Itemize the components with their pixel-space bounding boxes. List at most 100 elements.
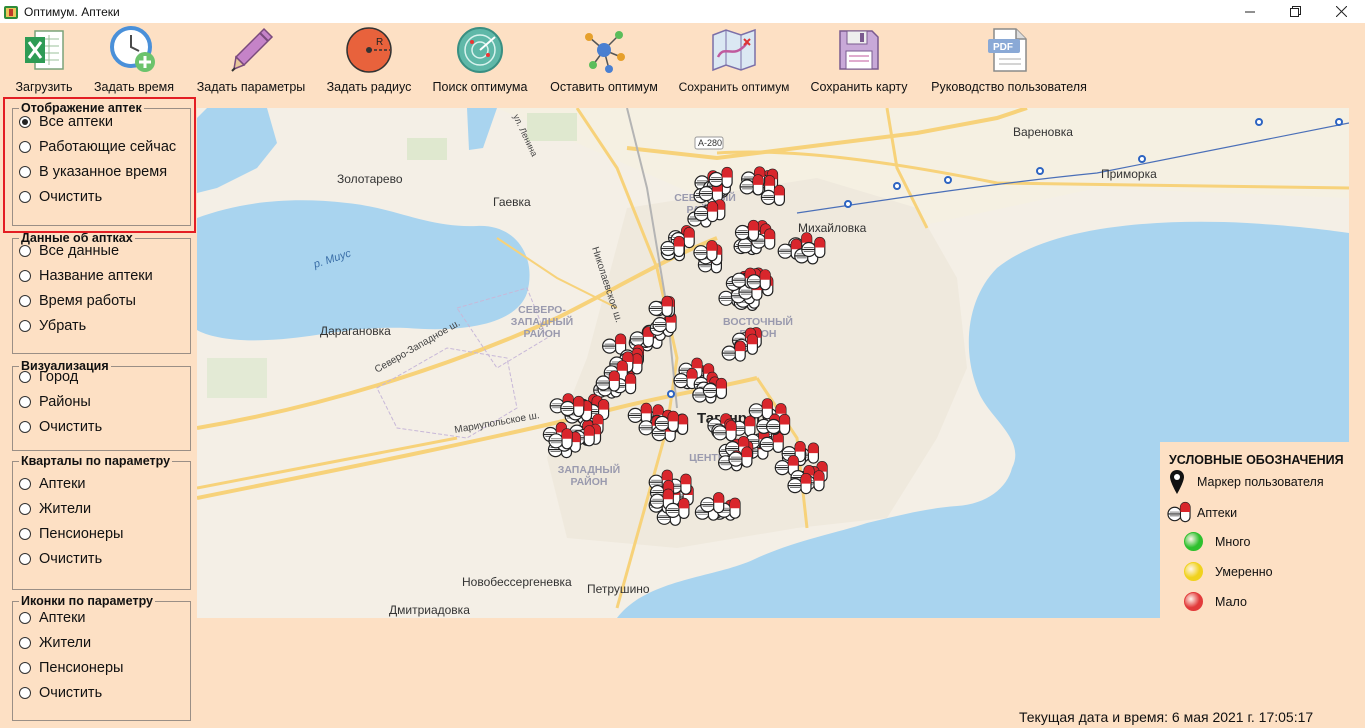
- radio-button[interactable]: [19, 612, 31, 624]
- map-label: Дарагановка: [320, 324, 391, 338]
- toolbar: Загрузить Задать время Задать параметры …: [0, 23, 1365, 97]
- radio-button[interactable]: [19, 396, 31, 408]
- radio-option[interactable]: Время работы: [19, 293, 136, 309]
- green-area: [407, 138, 447, 160]
- legend-user-marker: Маркер пользователя: [1170, 470, 1324, 494]
- radio-button[interactable]: [19, 553, 31, 565]
- option-group: Визуализация Город Районы Очистить: [12, 359, 191, 451]
- save-optimum-button[interactable]: Сохранить оптимум: [676, 25, 792, 97]
- map-label: Приморка: [1101, 167, 1157, 181]
- close-icon: [1335, 6, 1347, 17]
- set-radius-button[interactable]: R Задать радиус: [324, 25, 414, 97]
- toolbar-label: Задать параметры: [196, 80, 306, 94]
- svg-text:R: R: [376, 37, 383, 48]
- map-label: Золотарево: [337, 172, 403, 186]
- radio-label: Время работы: [39, 293, 136, 309]
- legend-pharmacy-label: Аптеки: [1197, 506, 1238, 520]
- app-icon: [4, 5, 18, 19]
- radio-button[interactable]: [19, 320, 31, 332]
- radio-button[interactable]: [19, 478, 31, 490]
- radio-option[interactable]: Жители: [19, 501, 91, 517]
- radio-option[interactable]: Очистить: [19, 685, 102, 701]
- toolbar-label: Руководство пользователя: [931, 80, 1087, 94]
- user-guide-button[interactable]: PDF Руководство пользователя: [926, 25, 1092, 97]
- pharmacy-icon: [1167, 501, 1191, 523]
- radio-label: Жители: [39, 501, 92, 517]
- map-legend: УСЛОВНЫЕ ОБОЗНАЧЕНИЯ Маркер пользователя…: [1160, 442, 1349, 618]
- radar-icon: [457, 27, 503, 73]
- save-map-button[interactable]: Сохранить карту: [806, 25, 912, 97]
- legend-level-low: Мало: [1184, 592, 1247, 611]
- radio-label: Название аптеки: [39, 268, 153, 284]
- clock-add-icon: [110, 26, 155, 72]
- radio-option[interactable]: Город: [19, 369, 78, 385]
- radio-label: Очистить: [39, 419, 103, 435]
- green-area: [207, 358, 267, 398]
- legend-level-medium: Умеренно: [1184, 562, 1273, 581]
- radio-button[interactable]: [19, 295, 31, 307]
- network-icon: [585, 31, 625, 73]
- group-title: Иконки по параметру: [19, 594, 156, 608]
- map-label: Новобессергеневка: [462, 575, 572, 589]
- radio-option[interactable]: Районы: [19, 394, 91, 410]
- radio-button[interactable]: [19, 371, 31, 383]
- radio-option[interactable]: Очистить: [19, 551, 102, 567]
- close-button[interactable]: [1318, 0, 1364, 23]
- map-pin-icon: [1170, 470, 1184, 494]
- radio-button[interactable]: [19, 421, 31, 433]
- legend-level-high: Много: [1184, 532, 1251, 551]
- radio-option[interactable]: Аптеки: [19, 610, 86, 626]
- excel-icon: [25, 30, 64, 70]
- radio-button[interactable]: [19, 662, 31, 674]
- keep-optimum-button[interactable]: Оставить оптимум: [546, 25, 662, 97]
- find-optimum-button[interactable]: Поиск оптимума: [428, 25, 532, 97]
- toolbar-label: Поиск оптимума: [432, 80, 528, 94]
- radio-button[interactable]: [19, 637, 31, 649]
- radio-option[interactable]: Название аптеки: [19, 268, 153, 284]
- radio-button[interactable]: [19, 503, 31, 515]
- green-area: [527, 113, 577, 141]
- radio-button[interactable]: [19, 245, 31, 257]
- legend-user-marker-label: Маркер пользователя: [1197, 475, 1324, 489]
- load-button[interactable]: Загрузить: [12, 25, 76, 97]
- radio-label: Аптеки: [39, 610, 86, 626]
- set-params-button[interactable]: Задать параметры: [193, 25, 309, 97]
- map-label: Петрушино: [587, 582, 650, 596]
- radio-label: Районы: [39, 394, 91, 410]
- radio-option[interactable]: Пенсионеры: [19, 526, 123, 542]
- group-title: Кварталы по параметру: [19, 454, 173, 468]
- minimize-button[interactable]: [1227, 0, 1273, 23]
- radio-label: Очистить: [39, 685, 103, 701]
- radio-label: Все данные: [39, 243, 120, 259]
- radio-button[interactable]: [19, 687, 31, 699]
- maximize-button[interactable]: [1272, 0, 1318, 23]
- road-label-a280: А-280: [698, 138, 722, 148]
- radio-label: Город: [39, 369, 79, 385]
- minimize-icon: [1244, 11, 1255, 13]
- red-dot-icon: [1184, 592, 1203, 611]
- restore-icon: [1289, 6, 1301, 17]
- highlight-frame: [3, 97, 196, 233]
- toolbar-label: Оставить оптимум: [550, 80, 658, 94]
- map-label: Дмитриадовка: [389, 603, 470, 617]
- radio-option[interactable]: Пенсионеры: [19, 660, 123, 676]
- yellow-dot-icon: [1184, 562, 1203, 581]
- radio-option[interactable]: Убрать: [19, 318, 86, 334]
- radio-option[interactable]: Аптеки: [19, 476, 86, 492]
- radio-option[interactable]: Жители: [19, 635, 91, 651]
- option-group: Кварталы по параметру Аптеки Жители Пенсион…: [12, 454, 191, 590]
- radio-label: Пенсионеры: [39, 526, 124, 542]
- radio-option[interactable]: Очистить: [19, 419, 102, 435]
- legend-title: УСЛОВНЫЕ ОБОЗНАЧЕНИЯ: [1169, 453, 1344, 467]
- green-dot-icon: [1184, 532, 1203, 551]
- set-time-button[interactable]: Задать время: [90, 25, 178, 97]
- svg-text:PDF: PDF: [993, 42, 1013, 53]
- radio-button[interactable]: [19, 270, 31, 282]
- option-group: Иконки по параметру Аптеки Жители Пенсионер…: [12, 594, 191, 721]
- title-bar: Оптимум. Аптеки: [0, 0, 1365, 23]
- radio-button[interactable]: [19, 528, 31, 540]
- radius-icon: R: [346, 27, 392, 73]
- radio-option[interactable]: Все данные: [19, 243, 119, 259]
- legend-pharmacy: Аптеки: [1167, 501, 1237, 525]
- radio-label: Убрать: [39, 318, 87, 334]
